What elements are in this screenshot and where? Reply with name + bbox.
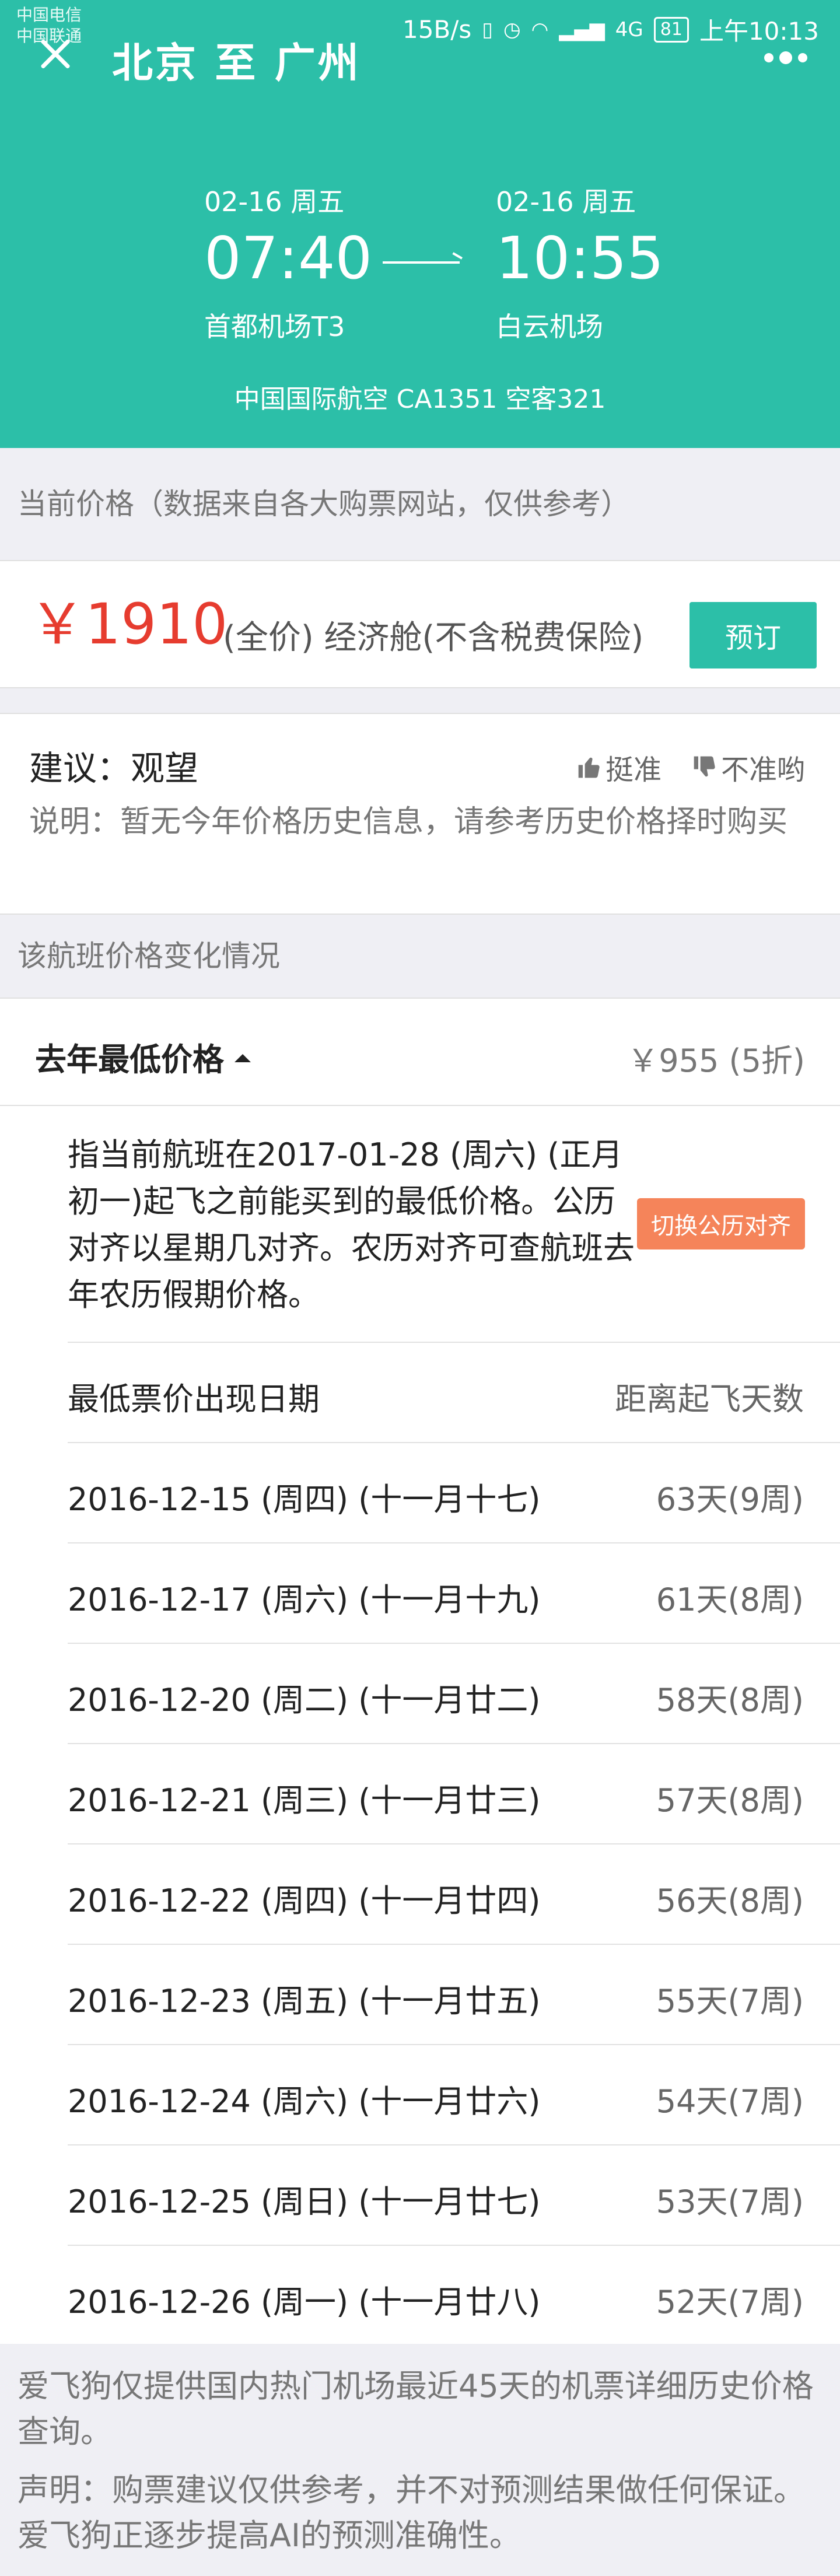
flight-number: 中国国际航空 CA1351 空客321 [234, 384, 606, 414]
row-date: 2016-12-22 (周四) (十一月廿四) [68, 1882, 541, 1919]
table-row: 2016-12-23 (周五) (十一月廿五) 55天(7周) [68, 1944, 840, 2044]
row-days: 61天(8周) [656, 1581, 804, 1618]
row-date: 2016-12-21 (周三) (十一月廿三) [68, 1782, 541, 1819]
row-days: 55天(7周) [656, 1983, 804, 2020]
clock: 上午10:13 [699, 17, 819, 46]
vote-inaccurate-button[interactable]: 不准哟 [692, 747, 805, 788]
flight-header: 中国电信 中国联通 15B/s ▯ ◷ ◠ ▂▄▆ 4G 81 上午10:13 … [0, 0, 840, 448]
departure-date: 02-16 周五 [204, 186, 345, 218]
network-type: 4G [615, 18, 643, 41]
table-row: 2016-12-26 (周一) (十一月廿八) 52天(7周) [68, 2245, 840, 2345]
network-speed: 15B/s [402, 15, 472, 44]
thumbs-up-icon [578, 757, 600, 778]
price-description: (全价) 经济舱(不含税费保险) [223, 619, 644, 657]
signal-icon: ▂▄▆ [559, 18, 605, 41]
last-year-explanation: 指当前航班在2017-01-28 (周六) (正月初一)起飞之前能买到的最低价格… [68, 1136, 635, 1313]
arrival-date: 02-16 周五 [496, 186, 636, 218]
table-row: 2016-12-17 (周六) (十一月十九) 61天(8周) [68, 1542, 840, 1643]
book-button[interactable]: 预订 [690, 602, 817, 668]
price-note: 当前价格（数据来自各大购票网站，仅供参考） [0, 448, 840, 560]
advice-title: 建议：观望 [29, 748, 199, 788]
row-days: 56天(8周) [656, 1882, 804, 1919]
price-history-table: 最低票价出现日期 距离起飞天数 2016-12-15 (周四) (十一月十七) 6… [68, 1342, 840, 2345]
footer-disclaimer: 声明：购票建议仅供参考，并不对预测结果做任何保证。爱飞狗正逐步提高AI的预测准确… [18, 2472, 805, 2554]
vibrate-icon: ▯ [482, 18, 493, 41]
row-date: 2016-12-26 (周一) (十一月廿八) [68, 2284, 541, 2320]
caret-up-icon [235, 1054, 251, 1063]
current-price: ￥1910 [29, 592, 228, 657]
column-header-days: 距离起飞天数 [615, 1381, 804, 1418]
row-days: 58天(8周) [656, 1682, 804, 1718]
row-days: 57天(8周) [656, 1782, 804, 1819]
row-days: 53天(7周) [656, 2183, 804, 2220]
row-date: 2016-12-24 (周六) (十一月廿六) [68, 2083, 541, 2120]
table-header: 最低票价出现日期 距离起飞天数 [68, 1342, 840, 1442]
arrival-airport: 白云机场 [496, 311, 603, 342]
switch-calendar-button[interactable]: 切换公历对齐 [637, 1198, 805, 1250]
row-date: 2016-12-25 (周日) (十一月廿七) [68, 2183, 541, 2220]
footer-note-1: 爱飞狗仅提供国内热门机场最近45天的机票详细历史价格查询。 [18, 2368, 814, 2450]
table-row: 2016-12-21 (周三) (十一月廿三) 57天(8周) [68, 1743, 840, 1843]
advice-explanation: 说明：暂无今年价格历史信息，请参考历史价格择时购买 [29, 804, 788, 839]
departure-airport: 首都机场T3 [204, 311, 345, 342]
carrier-1: 中国电信 [16, 5, 82, 24]
page-title: 北京 至 广州 [112, 39, 361, 87]
price-change-heading: 该航班价格变化情况 [0, 915, 840, 998]
arrow-right-icon [383, 261, 460, 264]
current-price-row: ￥1910 (全价) 经济舱(不含税费保险) 预订 [0, 560, 840, 688]
last-year-lowest-toggle[interactable]: 去年最低价格 ￥955 (5折) [0, 998, 840, 1106]
advice-card: 建议：观望 挺准 不准哟 说明：暂无今年价格历史信息，请参考历史价格择时购买 [0, 713, 840, 915]
table-row: 2016-12-22 (周四) (十一月廿四) 56天(8周) [68, 1843, 840, 1944]
row-date: 2016-12-17 (周六) (十一月十九) [68, 1581, 541, 1618]
row-days: 54天(7周) [656, 2083, 804, 2120]
thumbs-down-icon [694, 756, 715, 777]
last-year-price: ￥955 (5折) [627, 1042, 805, 1079]
arrival-info: 02-16 周五 10:55 白云机场 [496, 181, 664, 344]
battery-icon: 81 [653, 16, 689, 43]
vote-accurate-label: 挺准 [606, 754, 662, 786]
wifi-icon: ◠ [531, 18, 549, 41]
table-row: 2016-12-15 (周四) (十一月十七) 63天(9周) [68, 1442, 840, 1542]
close-icon[interactable] [34, 34, 75, 75]
arrival-time: 10:55 [496, 224, 664, 292]
more-menu-icon[interactable] [764, 51, 807, 64]
status-indicators: 15B/s ▯ ◷ ◠ ▂▄▆ 4G 81 上午10:13 [402, 12, 819, 47]
vote-inaccurate-label: 不准哟 [721, 754, 806, 786]
departure-info: 02-16 周五 07:40 首都机场T3 [204, 181, 372, 344]
row-days: 63天(9周) [656, 1481, 804, 1518]
table-row: 2016-12-24 (周六) (十一月廿六) 54天(7周) [68, 2044, 840, 2144]
last-year-detail: 指当前航班在2017-01-28 (周六) (正月初一)起飞之前能买到的最低价格… [0, 1106, 840, 2344]
row-date: 2016-12-23 (周五) (十一月廿五) [68, 1983, 541, 2020]
departure-time: 07:40 [204, 224, 373, 292]
last-year-label: 去年最低价格 [35, 1034, 251, 1080]
column-header-date: 最低票价出现日期 [68, 1381, 320, 1418]
table-row: 2016-12-25 (周日) (十一月廿七) 53天(7周) [68, 2144, 840, 2245]
row-date: 2016-12-20 (周二) (十一月廿二) [68, 1682, 541, 1718]
alarm-icon: ◷ [503, 18, 521, 41]
row-date: 2016-12-15 (周四) (十一月十七) [68, 1481, 541, 1518]
table-row: 2016-12-20 (周二) (十一月廿二) 58天(8周) [68, 1643, 840, 1743]
vote-accurate-button[interactable]: 挺准 [576, 747, 662, 788]
footer-notes: 爱飞狗仅提供国内热门机场最近45天的机票详细历史价格查询。 声明：购票建议仅供参… [0, 2344, 840, 2558]
row-days: 52天(7周) [656, 2284, 804, 2320]
